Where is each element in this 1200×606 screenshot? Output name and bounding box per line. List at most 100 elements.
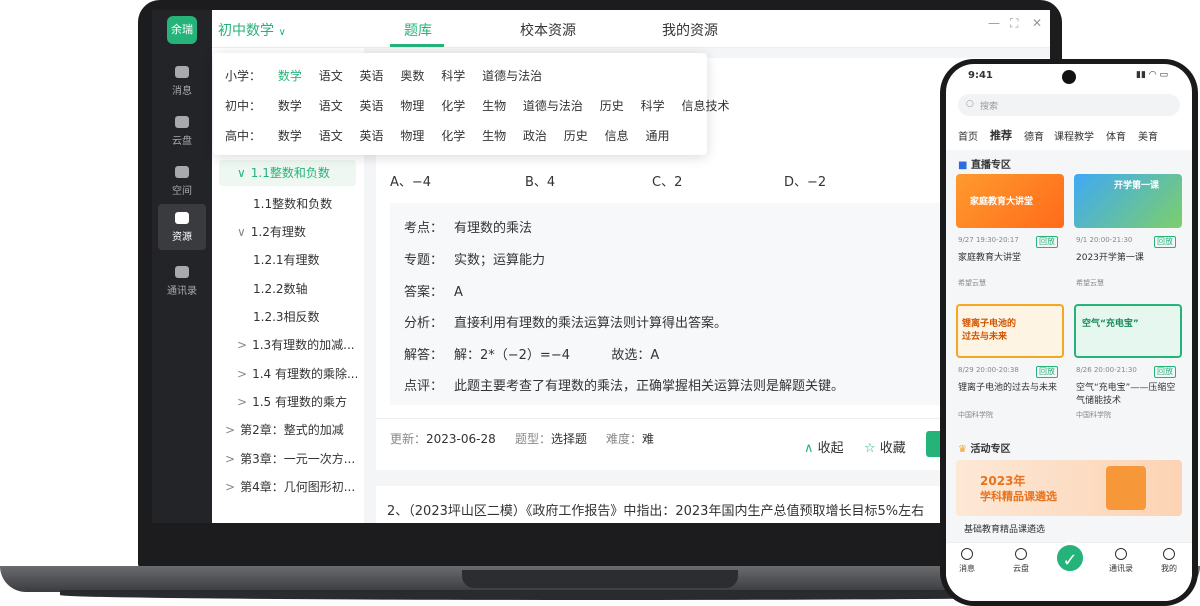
sidebar-item-contacts[interactable]: 通讯录 xyxy=(158,258,206,304)
message-icon xyxy=(175,66,189,78)
card-image[interactable]: 开学第一课 xyxy=(1074,174,1182,228)
maximize-icon[interactable]: ⛶ xyxy=(1010,16,1018,31)
tree-item[interactable]: ∨ 1.2有理数 xyxy=(237,223,306,240)
tree-item[interactable]: ∨ 1.1整数和负数 xyxy=(219,160,356,186)
bottom-nav-me[interactable]: 我的 xyxy=(1154,548,1184,574)
tree-item[interactable]: > 第3章：一元一次方... xyxy=(225,450,357,467)
bottom-nav-contacts[interactable]: 通讯录 xyxy=(1106,548,1136,574)
subject-option[interactable]: 语文 xyxy=(319,129,343,143)
bottom-nav-cloud[interactable]: 云盘 xyxy=(1006,548,1036,574)
tree-item[interactable]: > 第2章：整式的加减 xyxy=(225,421,357,438)
chevron-up-icon: ∧ xyxy=(804,441,814,456)
card-image[interactable]: 空气“充电宝” xyxy=(1074,304,1182,358)
subject-option[interactable]: 奥数 xyxy=(400,69,424,83)
sidebar-item-cloud[interactable]: 云盘 xyxy=(158,108,206,154)
subject-option[interactable]: 英语 xyxy=(360,69,384,83)
subject-option[interactable]: 数学 xyxy=(278,69,302,83)
subject-option[interactable]: 语文 xyxy=(319,69,343,83)
favorite-button[interactable]: ☆ 收藏 xyxy=(864,437,906,456)
phone-tab[interactable]: 课程教学 xyxy=(1054,128,1094,143)
card-image[interactable]: 锂离子电池的过去与未来 xyxy=(956,304,1064,358)
tree-item[interactable]: >1.4 有理数的乘除... xyxy=(237,365,357,382)
tab-school-resources[interactable]: 校本资源 xyxy=(520,20,576,40)
analysis-row: 点评： 此题主要考查了有理数的乘法，正确掌握相关运算法则是解题关键。 xyxy=(404,379,845,394)
tab-question-bank[interactable]: 题库 xyxy=(404,20,432,40)
option-c[interactable]: C、2 xyxy=(652,171,682,190)
message-icon xyxy=(961,548,973,560)
sidebar-item-space[interactable]: 空间 xyxy=(158,158,206,204)
subject-option[interactable]: 化学 xyxy=(441,99,465,113)
collapse-button[interactable]: ∧ 收起 xyxy=(804,437,844,456)
card-title[interactable]: 2023开学第一课 xyxy=(1076,250,1144,263)
subject-option[interactable]: 英语 xyxy=(360,129,384,143)
contacts-icon xyxy=(1115,548,1127,560)
subject-option[interactable]: 历史 xyxy=(564,129,588,143)
tab-my-resources[interactable]: 我的资源 xyxy=(662,20,718,40)
tree-item[interactable]: 1.1整数和负数 xyxy=(253,195,332,212)
option-b[interactable]: B、4 xyxy=(525,171,555,190)
phone-tab-active[interactable]: 推荐 xyxy=(990,127,1012,143)
option-a[interactable]: A、−4 xyxy=(390,171,431,190)
subject-option[interactable]: 数学 xyxy=(278,99,302,113)
subject-option[interactable]: 数学 xyxy=(278,129,302,143)
subject-option[interactable]: 政治 xyxy=(523,129,547,143)
star-icon: ☆ xyxy=(864,441,876,456)
phone-tab[interactable]: 首页 xyxy=(958,128,978,143)
close-icon[interactable]: ✕ xyxy=(1032,16,1042,30)
subject-option[interactable]: 道德与法治 xyxy=(482,69,542,83)
phone-tab[interactable]: 美育 xyxy=(1138,128,1158,143)
subject-option[interactable]: 通用 xyxy=(645,129,669,143)
subject-option[interactable]: 信息技术 xyxy=(681,99,729,113)
live-section-title: ■ 直播专区 xyxy=(958,160,1011,171)
app-logo: 余瑞 xyxy=(167,16,197,44)
subject-selector[interactable]: 初中数学 ∨ xyxy=(218,20,286,40)
subject-option[interactable]: 化学 xyxy=(441,129,465,143)
activity-banner[interactable]: 2023年 学科精品课遴选 xyxy=(956,460,1182,516)
subject-option[interactable]: 生物 xyxy=(482,99,506,113)
check-icon[interactable]: ✓ xyxy=(1054,542,1086,574)
phone-tab[interactable]: 德育 xyxy=(1024,128,1044,143)
option-d[interactable]: D、−2 xyxy=(784,171,826,190)
card-image[interactable]: 家庭教育大讲堂 xyxy=(956,174,1064,228)
app-sidebar: 余瑞 消息 云盘 空间 资源 通讯录 xyxy=(152,10,212,523)
subject-option[interactable]: 科学 xyxy=(441,69,465,83)
top-bar: 初中数学 ∨ 题库 校本资源 我的资源 — ⛶ ✕ xyxy=(212,10,1050,48)
card-title[interactable]: 空气“充电宝”——压缩空气储能技术 xyxy=(1076,380,1176,406)
search-input[interactable]: ○ 搜索 xyxy=(958,94,1180,116)
video-icon: ■ xyxy=(958,160,968,171)
tree-item[interactable]: >1.3有理数的加减... xyxy=(237,336,357,353)
subject-option[interactable]: 物理 xyxy=(400,129,424,143)
difficulty: 难度：难 xyxy=(606,432,655,446)
subject-option[interactable]: 道德与法治 xyxy=(523,99,583,113)
tree-item[interactable]: >1.5 有理数的乘方 xyxy=(237,393,357,410)
dropdown-row-middle: 初中： 数学 语文 英语 物理 化学 生物 道德与法治 历史 科学 信息技术 xyxy=(225,99,730,113)
banner-caption: 基础教育精品课遴选 xyxy=(964,525,1046,535)
user-icon xyxy=(1163,548,1175,560)
tree-item[interactable]: 1.2.1有理数 xyxy=(253,251,320,268)
bottom-nav-messages[interactable]: 消息 xyxy=(952,548,982,574)
tree-item[interactable]: > 第4章：几何图形初... xyxy=(225,478,357,495)
signal-icon: ▮▮ ◠ ▭ xyxy=(1136,70,1168,80)
dropdown-row-primary: 小学： 数学 语文 英语 奥数 科学 道德与法治 xyxy=(225,69,543,83)
phone-tab[interactable]: 体育 xyxy=(1106,128,1126,143)
subject-option[interactable]: 物理 xyxy=(400,99,424,113)
grid-icon xyxy=(175,166,189,178)
active-tab-indicator xyxy=(390,44,444,47)
question-2-stem[interactable]: 2、（2023坪山区二模）《政府工作报告》中指出：2023年国内生产总值预取增长… xyxy=(387,500,941,519)
card-title[interactable]: 家庭教育大讲堂 xyxy=(958,250,1021,263)
question-type: 题型：选择题 xyxy=(515,432,588,446)
camera-notch xyxy=(1062,70,1076,84)
subject-option[interactable]: 历史 xyxy=(600,99,624,113)
subject-option[interactable]: 信息 xyxy=(605,129,629,143)
tree-item[interactable]: 1.2.3相反数 xyxy=(253,308,320,325)
tree-item[interactable]: 1.2.2数轴 xyxy=(253,280,308,297)
minimize-icon[interactable]: — xyxy=(988,16,1000,30)
subject-option[interactable]: 生物 xyxy=(482,129,506,143)
sidebar-item-resources[interactable]: 资源 xyxy=(158,204,206,250)
card-title[interactable]: 锂离子电池的过去与未来 xyxy=(958,380,1057,393)
subject-option[interactable]: 英语 xyxy=(360,99,384,113)
subject-option[interactable]: 语文 xyxy=(319,99,343,113)
book-icon xyxy=(1106,466,1146,510)
subject-option[interactable]: 科学 xyxy=(641,99,665,113)
sidebar-item-messages[interactable]: 消息 xyxy=(158,58,206,104)
